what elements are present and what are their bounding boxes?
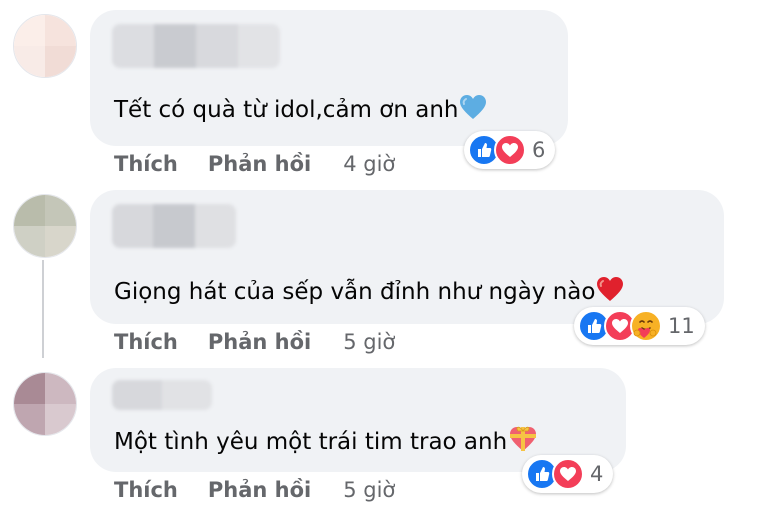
- comment-text-content: Giọng hát của sếp vẫn đỉnh như ngày nào: [114, 279, 596, 305]
- blue-heart-icon: [459, 94, 487, 126]
- reply-button[interactable]: Phản hồi: [208, 330, 311, 354]
- love-icon: [494, 134, 526, 166]
- comment-actions: Thích Phản hồi 4 giờ: [114, 152, 395, 176]
- comment-text: Một tình yêu một trái tim trao anh: [114, 424, 538, 458]
- reaction-summary[interactable]: 6: [464, 131, 556, 169]
- reply-button[interactable]: Phản hồi: [208, 152, 311, 176]
- comment-bubble: Giọng hát của sếp vẫn đỉnh như ngày nào: [90, 190, 724, 324]
- timestamp[interactable]: 4 giờ: [343, 152, 395, 176]
- thread-line: [42, 260, 44, 358]
- commenter-name-redacted[interactable]: [112, 24, 280, 68]
- comment-actions: Thích Phản hồi 5 giờ: [114, 478, 395, 502]
- reaction-count: 6: [532, 138, 546, 162]
- reaction-summary[interactable]: 4: [522, 455, 614, 493]
- heart-with-ribbon-icon: [508, 424, 538, 458]
- commenter-name-redacted[interactable]: [112, 380, 212, 410]
- like-button[interactable]: Thích: [114, 478, 178, 502]
- comment-text-content: Tết có quà từ idol,cảm ơn anh: [114, 97, 459, 123]
- comment-bubble: Tết có quà từ idol,cảm ơn anh: [90, 10, 568, 146]
- like-button[interactable]: Thích: [114, 330, 178, 354]
- like-button[interactable]: Thích: [114, 152, 178, 176]
- comment-actions: Thích Phản hồi 5 giờ: [114, 330, 395, 354]
- reaction-count: 11: [668, 314, 695, 338]
- reaction-summary[interactable]: 11: [574, 307, 705, 345]
- red-heart-icon: [596, 276, 624, 308]
- commenter-name-redacted[interactable]: [112, 204, 236, 248]
- avatar[interactable]: [13, 372, 77, 436]
- love-icon: [552, 458, 584, 490]
- comment-text: Giọng hát của sếp vẫn đỉnh như ngày nào: [114, 276, 624, 308]
- reply-button[interactable]: Phản hồi: [208, 478, 311, 502]
- comment-text: Tết có quà từ idol,cảm ơn anh: [114, 94, 487, 126]
- avatar[interactable]: [13, 194, 77, 258]
- care-icon: [630, 310, 662, 342]
- timestamp[interactable]: 5 giờ: [343, 478, 395, 502]
- reaction-count: 4: [590, 462, 604, 486]
- avatar[interactable]: [13, 14, 77, 78]
- timestamp[interactable]: 5 giờ: [343, 330, 395, 354]
- comment-text-content: Một tình yêu một trái tim trao anh: [114, 429, 508, 455]
